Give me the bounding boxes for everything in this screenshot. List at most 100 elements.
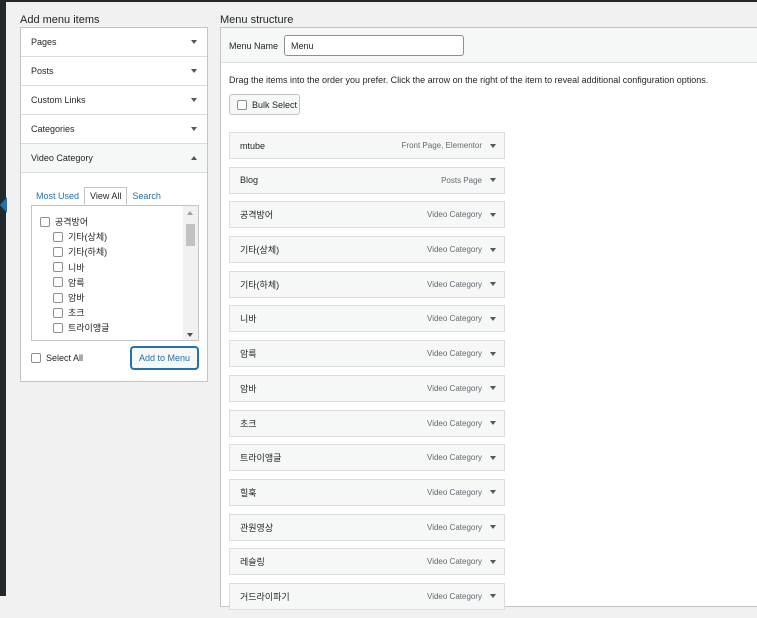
accordion-section-label: Custom Links xyxy=(31,95,86,105)
menu-item-title: 거드라이파기 xyxy=(240,591,290,602)
category-checkbox[interactable] xyxy=(53,262,63,273)
menu-item-type: Video Category xyxy=(427,522,482,532)
menu-item-type: Video Category xyxy=(427,557,482,567)
menu-item[interactable]: 암륵 Video Category xyxy=(229,340,505,368)
chevron-down-icon[interactable] xyxy=(490,455,496,460)
menu-item-type: Video Category xyxy=(427,383,482,393)
tab-search[interactable]: Search xyxy=(127,188,166,205)
accordion-section-categories[interactable]: Categories xyxy=(21,115,207,144)
chevron-down-icon[interactable] xyxy=(191,69,197,73)
chevron-down-icon[interactable] xyxy=(490,178,496,183)
chevron-down-icon[interactable] xyxy=(490,282,496,287)
chevron-down-icon[interactable] xyxy=(490,594,496,599)
menu-item-title: 기타(상체) xyxy=(240,245,280,256)
menu-item-title: 니바 xyxy=(240,314,257,325)
list-item[interactable]: 초크 xyxy=(32,305,184,320)
scroll-down-icon[interactable] xyxy=(187,333,193,337)
menu-item-type: Video Category xyxy=(427,487,482,497)
menu-item-title: 기타(하체) xyxy=(240,279,280,290)
add-menu-items-accordion: Pages Posts Custom Links Categories Vide… xyxy=(20,27,208,382)
chevron-down-icon[interactable] xyxy=(191,98,197,102)
category-label: 니바 xyxy=(68,262,85,273)
menu-item[interactable]: 거드라이파기 Video Category xyxy=(229,582,505,610)
menu-header: Menu Name xyxy=(221,28,757,63)
accordion-section-video-category[interactable]: Video Category xyxy=(21,144,207,173)
bulk-select-checkbox[interactable] xyxy=(237,99,247,110)
chevron-down-icon[interactable] xyxy=(490,559,496,564)
scroll-thumb[interactable] xyxy=(186,224,195,246)
menu-item-type: Video Category xyxy=(427,210,482,220)
chevron-down-icon[interactable] xyxy=(191,127,197,131)
menu-item-type: Video Category xyxy=(427,279,482,289)
category-checkbox[interactable] xyxy=(53,307,63,318)
menu-item[interactable]: 트라이앵글 Video Category xyxy=(229,444,505,472)
list-item[interactable]: 기타(하체) xyxy=(32,244,184,259)
accordion-section-label: Pages xyxy=(31,37,57,47)
select-all-checkbox[interactable] xyxy=(31,353,41,363)
category-label: 기타(하체) xyxy=(68,247,108,258)
chevron-down-icon[interactable] xyxy=(490,525,496,530)
category-checkbox[interactable] xyxy=(53,277,63,288)
chevron-down-icon[interactable] xyxy=(490,212,496,217)
menu-item[interactable]: 초크 Video Category xyxy=(229,409,505,437)
chevron-up-icon[interactable] xyxy=(191,156,197,160)
chevron-down-icon[interactable] xyxy=(490,386,496,391)
accordion-section-custom-links[interactable]: Custom Links xyxy=(21,86,207,115)
category-label: 초크 xyxy=(68,308,85,319)
chevron-down-icon[interactable] xyxy=(490,421,496,425)
category-checkbox[interactable] xyxy=(40,216,50,227)
menu-item-title: 트라이앵글 xyxy=(240,453,282,464)
menu-item[interactable]: mtube Front Page, Elementor xyxy=(229,132,505,159)
category-checkbox[interactable] xyxy=(53,322,63,333)
list-item[interactable]: 니바 xyxy=(32,260,184,275)
menu-item[interactable]: 니바 Video Category xyxy=(229,305,505,333)
category-tree: 공격방어 기타(상체) 기타(하체) 니바 암륵 암바 초크 트라이앵글 xyxy=(32,206,184,336)
chevron-down-icon[interactable] xyxy=(490,316,496,321)
tab-view-all[interactable]: View All xyxy=(84,187,128,205)
chevron-down-icon[interactable] xyxy=(490,143,496,148)
chevron-down-icon[interactable] xyxy=(490,490,496,495)
category-label: 기타(상체) xyxy=(68,232,108,243)
menu-item[interactable]: 힐훅 Video Category xyxy=(229,478,505,506)
menu-item[interactable]: 기타(상체) Video Category xyxy=(229,236,505,264)
tab-most-used[interactable]: Most Used xyxy=(31,188,84,205)
chevron-down-icon[interactable] xyxy=(490,247,496,252)
category-label: 암바 xyxy=(68,293,85,304)
list-item[interactable]: 공격방어 xyxy=(32,214,184,229)
list-item[interactable]: 기타(상체) xyxy=(32,229,184,244)
menu-item[interactable]: 관원영상 Video Category xyxy=(229,513,505,541)
menu-item-title: Blog xyxy=(240,175,259,186)
menu-item-type: Posts Page xyxy=(441,175,482,185)
list-item[interactable]: 암륵 xyxy=(32,275,184,290)
menu-item-type: Video Category xyxy=(427,349,482,359)
list-item[interactable]: 암바 xyxy=(32,290,184,305)
menu-name-input[interactable] xyxy=(284,35,464,56)
menu-structure-title: Menu structure xyxy=(220,14,294,26)
video-category-panel: Most Used View All Search 공격방어 기타(상체) 기타… xyxy=(21,173,207,381)
menu-item[interactable]: 암바 Video Category xyxy=(229,374,505,402)
add-to-menu-button[interactable]: Add to Menu xyxy=(131,347,198,369)
category-checkbox[interactable] xyxy=(53,292,63,303)
list-item[interactable]: 트라이앵글 xyxy=(32,320,184,335)
menu-item-title: 관원영상 xyxy=(240,522,274,533)
accordion-section-pages[interactable]: Pages xyxy=(21,28,207,57)
category-checkbox[interactable] xyxy=(53,246,63,257)
menu-item[interactable]: 레슬링 Video Category xyxy=(229,548,505,576)
chevron-down-icon[interactable] xyxy=(191,40,197,44)
accordion-section-posts[interactable]: Posts xyxy=(21,57,207,86)
category-checklist: 공격방어 기타(상체) 기타(하체) 니바 암륵 암바 초크 트라이앵글 xyxy=(31,205,199,341)
menu-item[interactable]: Blog Posts Page xyxy=(229,166,505,194)
menu-item-type: Video Category xyxy=(427,418,482,428)
bulk-select-toggle[interactable]: Bulk Select xyxy=(229,94,300,115)
admin-top-bar xyxy=(0,0,757,2)
checklist-scrollbar[interactable] xyxy=(183,206,198,340)
add-menu-items-title: Add menu items xyxy=(20,14,100,26)
menu-item[interactable]: 공격방어 Video Category xyxy=(229,201,505,229)
select-all-toggle[interactable]: Select All xyxy=(31,353,83,363)
category-checkbox[interactable] xyxy=(53,231,63,242)
menu-item-title: 암바 xyxy=(240,383,257,394)
menu-item[interactable]: 기타(하체) Video Category xyxy=(229,270,505,298)
chevron-down-icon[interactable] xyxy=(490,351,496,356)
accordion-section-label: Categories xyxy=(31,124,75,134)
scroll-up-icon[interactable] xyxy=(187,211,193,215)
